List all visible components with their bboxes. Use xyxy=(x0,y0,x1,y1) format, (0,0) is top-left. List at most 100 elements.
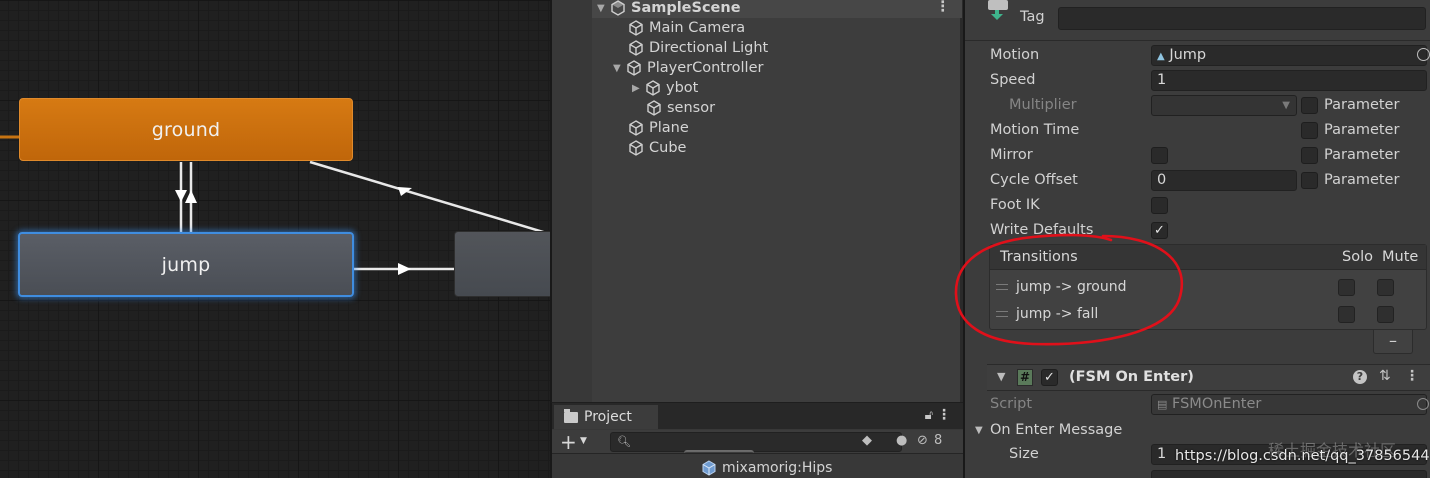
hierarchy-item-label: Directional Light xyxy=(649,40,769,56)
filter-by-type-icon[interactable]: ◆ xyxy=(862,433,872,448)
cycle-offset-label: Cycle Offset xyxy=(990,172,1078,188)
motion-time-parameter-checkbox[interactable] xyxy=(1301,122,1318,139)
cycle-offset-parameter-checkbox[interactable] xyxy=(1301,172,1318,189)
chevron-down-icon[interactable]: ▼ xyxy=(580,436,587,446)
motion-time-label: Motion Time xyxy=(990,122,1080,138)
motion-field[interactable]: ▲ Jump xyxy=(1151,45,1427,66)
state-fall[interactable] xyxy=(454,231,550,297)
cycle-offset-field[interactable]: 0 xyxy=(1151,170,1297,191)
help-icon[interactable]: ? xyxy=(1353,370,1367,384)
project-item[interactable]: mixamorig:Hips xyxy=(700,459,832,477)
tag-field[interactable] xyxy=(1058,7,1426,30)
mirror-parameter-checkbox[interactable] xyxy=(1301,147,1318,164)
link-fall-to-ground[interactable] xyxy=(309,160,550,236)
parameter-label: Parameter xyxy=(1324,147,1400,163)
mute-header: Mute xyxy=(1382,249,1419,265)
project-tabbar: Project 🔓︎ ⋮ xyxy=(552,403,963,429)
hierarchy-item-label: PlayerController xyxy=(647,60,764,76)
hierarchy-item-label: Plane xyxy=(649,120,689,136)
hierarchy-item-ybot[interactable]: ▶ ybot xyxy=(632,78,698,98)
arrow-right-icon xyxy=(398,263,411,275)
script-file-icon: ▤ xyxy=(1157,398,1168,411)
kebab-menu-icon[interactable]: ⋮ xyxy=(1405,368,1419,384)
script-value: FSMOnEnter xyxy=(1172,396,1262,412)
hierarchy-item-label: ybot xyxy=(666,80,699,96)
gameobject-cube-icon xyxy=(627,60,641,76)
mute-checkbox[interactable] xyxy=(1377,306,1394,323)
solo-header: Solo xyxy=(1342,249,1373,265)
hierarchy-item-label: sensor xyxy=(667,100,716,116)
annotation-circle xyxy=(954,233,1184,346)
gameobject-cube-icon xyxy=(629,120,643,136)
preset-icon[interactable]: ⇅ xyxy=(1379,368,1391,384)
hidden-packages-count: 8 xyxy=(934,433,943,448)
multiplier-label: Multiplier xyxy=(1009,97,1077,113)
gameobject-cube-icon xyxy=(629,140,643,156)
multiplier-dropdown[interactable]: ▼ xyxy=(1151,95,1297,116)
folder-icon xyxy=(564,408,578,423)
on-enter-message-label: On Enter Message xyxy=(990,422,1123,438)
multiplier-parameter-checkbox[interactable] xyxy=(1301,97,1318,114)
tab-project[interactable]: Project xyxy=(554,405,658,429)
scene-name: SampleScene xyxy=(631,0,741,16)
lock-icon[interactable]: 🔓︎ xyxy=(925,408,933,423)
script-icon: # xyxy=(1017,369,1033,386)
expand-down-icon[interactable]: ▼ xyxy=(597,3,609,14)
solo-checkbox[interactable] xyxy=(1338,279,1355,296)
hierarchy-item-plane[interactable]: Plane xyxy=(627,118,689,138)
add-icon[interactable]: + xyxy=(560,430,577,454)
inspector-panel: Tag Motion ▲ Jump Speed 1 Multiplier ▼ P… xyxy=(954,0,1430,478)
mirror-checkbox[interactable] xyxy=(1151,147,1168,164)
remove-transition-button[interactable]: – xyxy=(1373,330,1413,354)
chevron-down-icon: ▼ xyxy=(1282,100,1290,111)
hierarchy-item-directional-light[interactable]: Directional Light xyxy=(627,38,768,58)
clipped-row xyxy=(684,450,754,456)
object-picker-icon[interactable] xyxy=(1417,48,1430,61)
parameter-label: Parameter xyxy=(1324,97,1400,113)
expand-down-icon[interactable]: ▼ xyxy=(975,425,983,436)
gameobject-cube-icon xyxy=(629,40,643,56)
speed-field[interactable]: 1 xyxy=(1151,70,1427,91)
speed-label: Speed xyxy=(990,72,1036,88)
search-input[interactable]: 🔍︎ xyxy=(610,432,902,452)
foot-ik-checkbox[interactable] xyxy=(1151,197,1168,214)
divider xyxy=(965,40,1430,41)
kebab-menu-icon[interactable]: ⋮ xyxy=(937,407,951,423)
hierarchy-panel: ▼ SampleScene ⋮ Main Camera Directional … xyxy=(550,0,963,402)
parameter-label: Parameter xyxy=(1324,172,1400,188)
object-picker-icon[interactable] xyxy=(1417,398,1429,410)
parameter-label: Parameter xyxy=(1324,122,1400,138)
element-0-field[interactable] xyxy=(1151,470,1427,478)
mute-checkbox[interactable] xyxy=(1377,279,1394,296)
scene-row[interactable]: ▼ SampleScene ⋮ xyxy=(592,0,962,18)
state-ground[interactable]: ground xyxy=(19,98,353,161)
hierarchy-item-player-controller[interactable]: ▼ PlayerController xyxy=(613,58,763,78)
component-title: (FSM On Enter) xyxy=(1069,369,1194,385)
component-header[interactable]: ▼ # ✓ (FSM On Enter) ? ⇅ ⋮ xyxy=(987,364,1430,391)
state-jump[interactable]: jump xyxy=(18,232,354,297)
tab-project-label: Project xyxy=(584,409,632,425)
component-enabled-checkbox[interactable]: ✓ xyxy=(1041,369,1058,386)
hidden-packages-icon[interactable]: ⊘ xyxy=(917,433,928,448)
watermark-url: https://blog.csdn.net/qq_37856544 xyxy=(1175,448,1430,464)
script-field[interactable]: ▤ FSMOnEnter xyxy=(1151,394,1427,415)
filter-by-label-icon[interactable]: ● xyxy=(896,433,907,448)
kebab-menu-icon[interactable]: ⋮ xyxy=(936,0,951,15)
expand-down-icon[interactable]: ▼ xyxy=(613,63,625,74)
hierarchy-gutter xyxy=(552,0,592,402)
hierarchy-item-sensor[interactable]: sensor xyxy=(645,98,715,118)
animation-clip-icon: ▲ xyxy=(1157,51,1165,62)
solo-checkbox[interactable] xyxy=(1338,306,1355,323)
hierarchy-item-cube[interactable]: Cube xyxy=(627,138,686,158)
search-icon: 🔍︎ xyxy=(617,435,631,448)
animator-graph[interactable]: ground jump xyxy=(0,0,550,478)
hierarchy-item-main-camera[interactable]: Main Camera xyxy=(627,18,745,38)
model-icon xyxy=(702,460,716,476)
project-item-label: mixamorig:Hips xyxy=(722,460,833,476)
expand-down-icon[interactable]: ▼ xyxy=(997,370,1005,383)
expand-right-icon[interactable]: ▶ xyxy=(632,83,644,94)
mirror-label: Mirror xyxy=(990,147,1033,163)
hierarchy-item-label: Cube xyxy=(649,140,687,156)
unity-scene-icon xyxy=(611,0,625,16)
project-toolbar: + ▼ 🔍︎ ◆ ● ⊘ 8 xyxy=(552,430,963,454)
